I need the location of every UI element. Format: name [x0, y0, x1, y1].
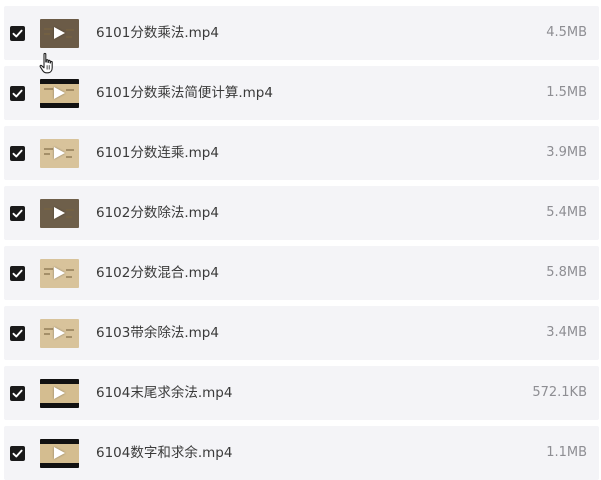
file-size: 1.1MB	[546, 445, 587, 460]
row-checkbox[interactable]	[10, 386, 25, 401]
row-checkbox[interactable]	[10, 206, 25, 221]
file-name[interactable]: 6102分数混合.mp4	[96, 246, 219, 300]
file-name[interactable]: 6101分数乘法.mp4	[96, 6, 219, 60]
file-name[interactable]: 6102分数除法.mp4	[96, 186, 219, 240]
file-size: 5.4MB	[546, 205, 587, 220]
file-name[interactable]: 6101分数连乘.mp4	[96, 126, 219, 180]
video-thumbnail[interactable]	[40, 379, 79, 408]
file-name[interactable]: 6104末尾求余法.mp4	[96, 366, 232, 420]
video-thumbnail[interactable]	[40, 79, 79, 108]
file-size: 4.5MB	[546, 25, 587, 40]
file-row[interactable]: 6103带余除法.mp4 3.4MB	[4, 306, 599, 360]
play-icon	[54, 387, 65, 399]
play-icon	[54, 207, 65, 219]
check-icon	[12, 89, 23, 98]
play-icon	[54, 147, 65, 159]
file-row[interactable]: 6104数字和求余.mp4 1.1MB	[4, 426, 599, 480]
file-size: 3.4MB	[546, 325, 587, 340]
video-thumbnail[interactable]	[40, 139, 79, 168]
check-icon	[12, 389, 23, 398]
file-name[interactable]: 6103带余除法.mp4	[96, 306, 219, 360]
check-icon	[12, 449, 23, 458]
row-checkbox[interactable]	[10, 446, 25, 461]
check-icon	[12, 329, 23, 338]
row-checkbox[interactable]	[10, 326, 25, 341]
file-size: 572.1KB	[532, 385, 587, 400]
row-checkbox[interactable]	[10, 146, 25, 161]
video-thumbnail[interactable]	[40, 199, 79, 228]
play-icon	[54, 267, 65, 279]
file-row[interactable]: 6104末尾求余法.mp4 572.1KB	[4, 366, 599, 420]
check-icon	[12, 209, 23, 218]
video-thumbnail[interactable]	[40, 259, 79, 288]
play-icon	[54, 27, 65, 39]
file-row[interactable]: 6101分数乘法.mp4 4.5MB	[4, 6, 599, 60]
file-name[interactable]: 6104数字和求余.mp4	[96, 426, 232, 480]
file-list: 6101分数乘法.mp4 4.5MB 6101分数乘法简便计算.mp4 1.5M…	[0, 0, 601, 480]
row-checkbox[interactable]	[10, 266, 25, 281]
file-row[interactable]: 6102分数除法.mp4 5.4MB	[4, 186, 599, 240]
video-thumbnail[interactable]	[40, 19, 79, 48]
file-name[interactable]: 6101分数乘法简便计算.mp4	[96, 66, 273, 120]
video-thumbnail[interactable]	[40, 319, 79, 348]
file-row[interactable]: 6101分数连乘.mp4 3.9MB	[4, 126, 599, 180]
file-size: 1.5MB	[546, 85, 587, 100]
file-size: 5.8MB	[546, 265, 587, 280]
row-checkbox[interactable]	[10, 86, 25, 101]
check-icon	[12, 149, 23, 158]
play-icon	[54, 447, 65, 459]
file-size: 3.9MB	[546, 145, 587, 160]
file-row[interactable]: 6102分数混合.mp4 5.8MB	[4, 246, 599, 300]
play-icon	[54, 87, 65, 99]
row-checkbox[interactable]	[10, 26, 25, 41]
file-row[interactable]: 6101分数乘法简便计算.mp4 1.5MB	[4, 66, 599, 120]
check-icon	[12, 29, 23, 38]
video-thumbnail[interactable]	[40, 439, 79, 468]
check-icon	[12, 269, 23, 278]
play-icon	[54, 327, 65, 339]
